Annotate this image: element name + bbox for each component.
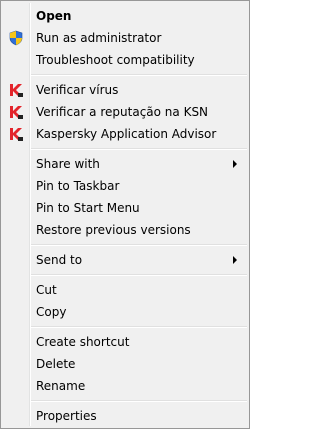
menu-item-rename-label: Rename: [36, 379, 86, 393]
chevron-right-icon: [233, 256, 237, 264]
menu-item-properties-label: Properties: [36, 409, 97, 423]
menu-item-run-as-administrator-label: Run as administrator: [36, 31, 162, 45]
menu-item-copy-label: Copy: [36, 305, 67, 319]
menu-item-run-as-administrator[interactable]: Run as administrator: [3, 27, 247, 49]
menu-item-create-shortcut[interactable]: Create shortcut: [3, 331, 247, 353]
menu-item-rename[interactable]: Rename: [3, 375, 247, 397]
menu-item-properties[interactable]: Properties: [3, 405, 247, 427]
menu-separator: [31, 326, 247, 328]
menu-item-send-to-label: Send to: [36, 253, 83, 267]
menu-item-send-to[interactable]: Send to: [3, 249, 247, 271]
menu-item-verificar-reputacao-ksn-label: Verificar a reputação na KSN: [36, 105, 209, 119]
menu-separator: [31, 274, 247, 276]
menu-item-delete-label: Delete: [36, 357, 76, 371]
menu-item-cut[interactable]: Cut: [3, 279, 247, 301]
kaspersky-icon: [8, 104, 24, 120]
menu-item-kaspersky-application-advisor-label: Kaspersky Application Advisor: [36, 127, 217, 141]
menu-separator: [31, 244, 247, 246]
menu-item-verificar-reputacao-ksn[interactable]: Verificar a reputação na KSN: [3, 101, 247, 123]
menu-item-pin-to-start-menu[interactable]: Pin to Start Menu: [3, 197, 247, 219]
menu-item-delete[interactable]: Delete: [3, 353, 247, 375]
menu-item-open-label: Open: [36, 9, 72, 23]
menu-item-share-with[interactable]: Share with: [3, 153, 247, 175]
menu-item-restore-previous-versions[interactable]: Restore previous versions: [3, 219, 247, 241]
menu-item-kaspersky-application-advisor[interactable]: Kaspersky Application Advisor: [3, 123, 247, 145]
menu-item-share-with-label: Share with: [36, 157, 100, 171]
menu-separator: [31, 74, 247, 76]
menu-item-pin-to-start-menu-label: Pin to Start Menu: [36, 201, 140, 215]
kaspersky-icon: [8, 126, 24, 142]
menu-separator: [31, 148, 247, 150]
menu-item-troubleshoot-compatibility[interactable]: Troubleshoot compatibility: [3, 49, 247, 71]
chevron-right-icon: [233, 160, 237, 168]
kaspersky-icon: [8, 82, 24, 98]
menu-item-copy[interactable]: Copy: [3, 301, 247, 323]
menu-separator: [31, 400, 247, 402]
uac-shield-icon: [8, 30, 24, 46]
menu-item-pin-to-taskbar-label: Pin to Taskbar: [36, 179, 120, 193]
menu-item-restore-previous-versions-label: Restore previous versions: [36, 223, 191, 237]
menu-item-pin-to-taskbar[interactable]: Pin to Taskbar: [3, 175, 247, 197]
menu-item-open[interactable]: Open: [3, 5, 247, 27]
menu-item-verificar-virus-label: Verificar vírus: [36, 83, 119, 97]
menu-item-create-shortcut-label: Create shortcut: [36, 335, 130, 349]
menu-item-troubleshoot-compatibility-label: Troubleshoot compatibility: [36, 53, 195, 67]
menu-item-verificar-virus[interactable]: Verificar vírus: [3, 79, 247, 101]
context-menu: Open Run as administrator Troubleshoot c…: [0, 0, 250, 429]
menu-item-cut-label: Cut: [36, 283, 57, 297]
